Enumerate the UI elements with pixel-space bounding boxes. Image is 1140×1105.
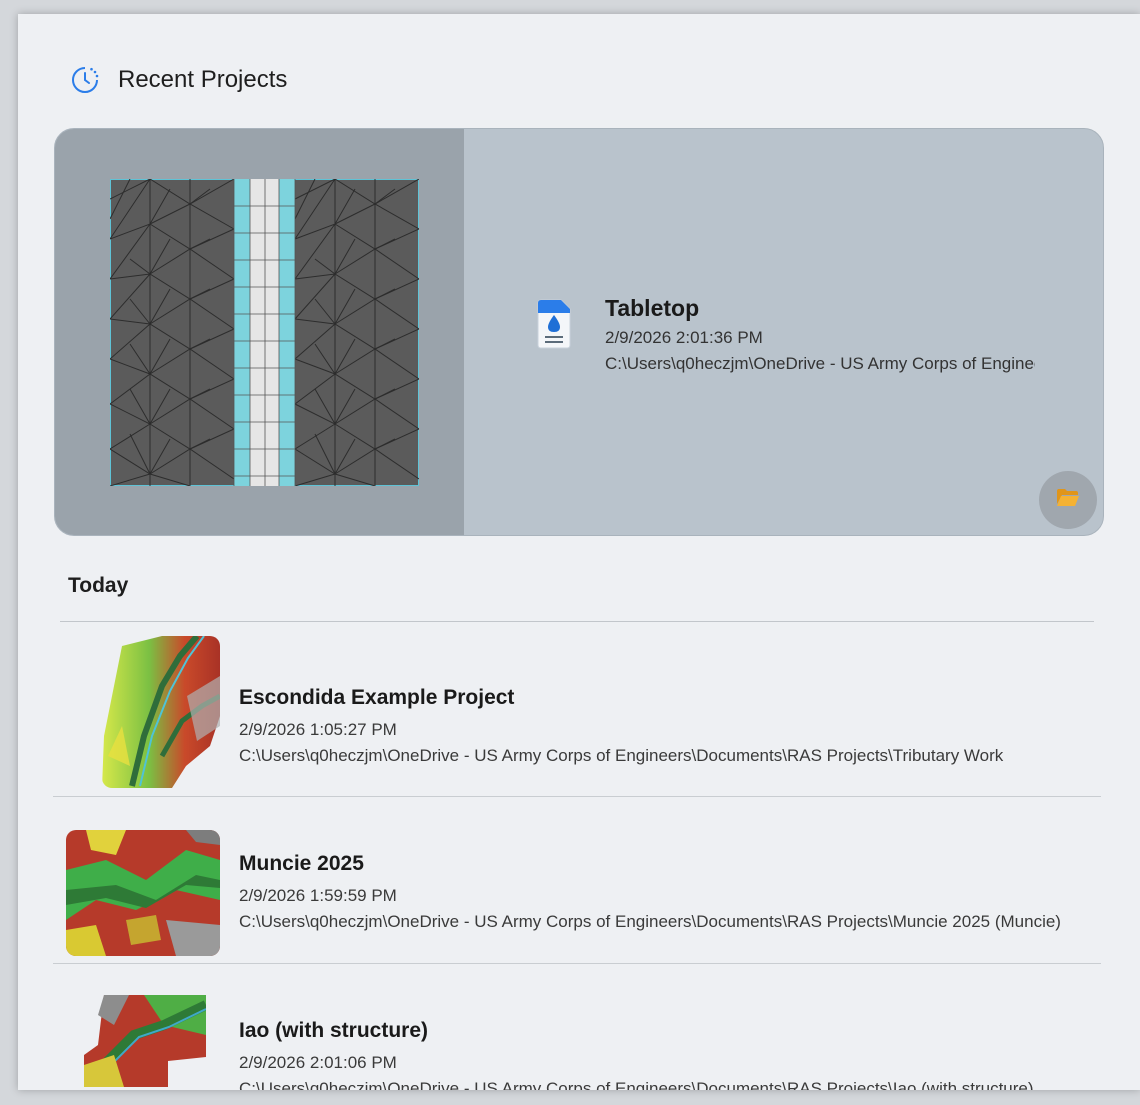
featured-project-thumbnail — [55, 129, 464, 535]
project-name[interactable]: Escondida Example Project — [239, 686, 1104, 710]
recent-projects-header: Recent Projects — [70, 64, 287, 96]
page-title: Recent Projects — [118, 66, 288, 93]
featured-project-name[interactable]: Tabletop — [605, 295, 1035, 322]
section-divider — [60, 621, 1094, 622]
featured-project-path: C:\Users\q0heczjm\OneDrive - US Army Cor… — [605, 354, 1035, 373]
project-date: 2/9/2026 1:59:59 PM — [239, 886, 397, 905]
project-thumbnail — [102, 636, 220, 788]
project-date: 2/9/2026 1:05:27 PM — [239, 720, 397, 739]
project-path: C:\Users\q0heczjm\OneDrive - US Army Cor… — [239, 1079, 1034, 1090]
ras-project-file-icon — [535, 299, 573, 349]
project-path: C:\Users\q0heczjm\OneDrive - US Army Cor… — [239, 746, 1004, 765]
section-header-today: Today — [68, 574, 129, 597]
project-thumbnail — [84, 995, 206, 1087]
featured-project-info: Tabletop 2/9/2026 2:01:36 PM C:\Users\q0… — [535, 293, 1035, 374]
mesh-preview-image — [110, 179, 419, 486]
open-folder-button[interactable] — [1039, 471, 1097, 529]
project-row[interactable]: Muncie 2025 2/9/2026 1:59:59 PM C:\Users… — [18, 800, 1140, 964]
project-date: 2/9/2026 2:01:06 PM — [239, 1053, 397, 1072]
folder-open-icon — [1056, 488, 1080, 513]
project-path: C:\Users\q0heczjm\OneDrive - US Army Cor… — [239, 912, 1061, 931]
project-thumbnail — [66, 830, 220, 956]
project-name[interactable]: Iao (with structure) — [239, 1019, 1104, 1043]
row-divider — [53, 796, 1101, 797]
row-divider — [53, 963, 1101, 964]
featured-project-date: 2/9/2026 2:01:36 PM — [605, 328, 763, 347]
project-row[interactable]: Iao (with structure) 2/9/2026 2:01:06 PM… — [18, 967, 1140, 1090]
featured-project-card[interactable]: Tabletop 2/9/2026 2:01:36 PM C:\Users\q0… — [54, 128, 1104, 536]
recent-projects-panel: Recent Projects Tabletop 2/9/2026 2:01:3… — [18, 14, 1140, 1090]
project-name[interactable]: Muncie 2025 — [239, 852, 1104, 876]
clock-history-icon — [70, 65, 100, 95]
project-row[interactable]: Escondida Example Project 2/9/2026 1:05:… — [18, 634, 1140, 798]
